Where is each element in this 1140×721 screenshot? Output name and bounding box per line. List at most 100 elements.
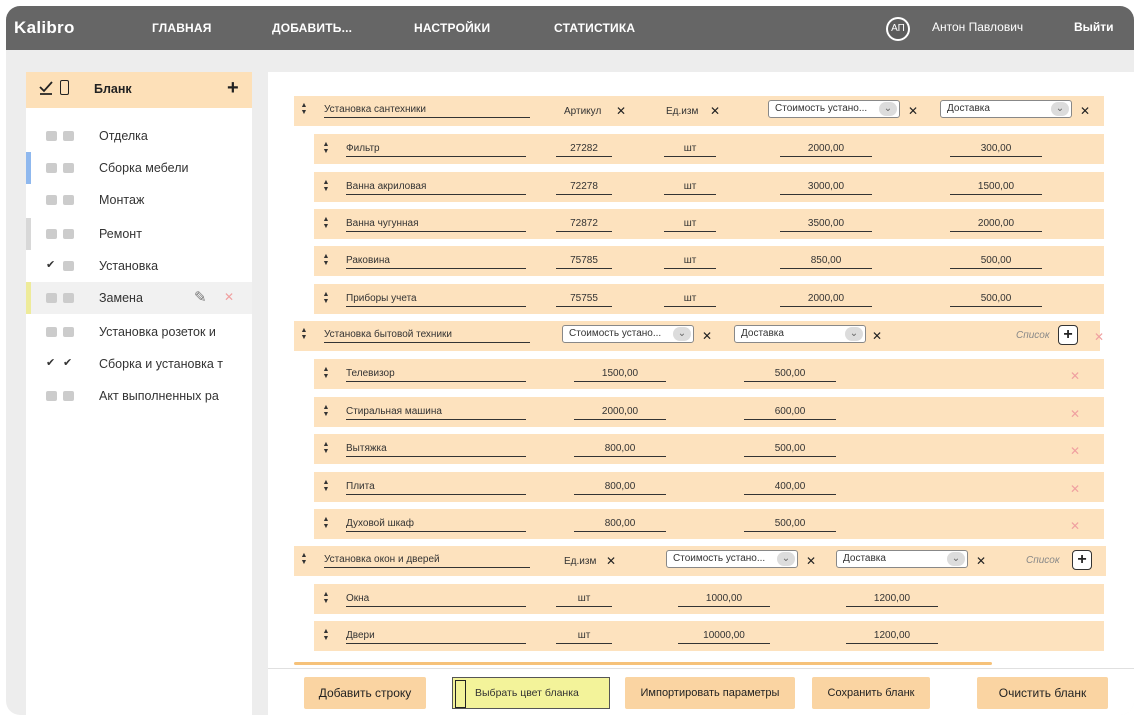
remove-column-icon[interactable]: ✕ — [702, 330, 712, 342]
drag-handle-icon[interactable]: ▲ ▼ — [322, 591, 330, 607]
item-name[interactable]: Ванна акриловая — [346, 181, 526, 195]
item-checkbox[interactable] — [63, 293, 74, 303]
item-cost[interactable]: 3000,00 — [780, 181, 872, 195]
drag-handle-icon[interactable]: ▲ ▼ — [322, 628, 330, 644]
item-cost[interactable]: 800,00 — [574, 518, 666, 532]
table-row[interactable]: ▲ ▼ Двери шт 10000,00 1200,00 — [314, 621, 1104, 651]
item-article[interactable]: 27282 — [556, 143, 612, 157]
item-name[interactable]: Вытяжка — [346, 443, 526, 457]
phone-icon[interactable] — [60, 80, 69, 95]
drag-handle-icon[interactable]: ▲ ▼ — [322, 253, 330, 269]
table-row[interactable]: ▲ ▼ Телевизор 1500,00 500,00 ✕ — [314, 359, 1104, 389]
item-checkbox[interactable] — [63, 356, 74, 369]
item-cost[interactable]: 2000,00 — [574, 406, 666, 420]
sidebar-item[interactable]: Монтаж — [26, 184, 252, 216]
sidebar-item[interactable]: Отделка — [26, 120, 252, 152]
item-checkbox[interactable] — [46, 327, 57, 337]
table-row[interactable]: ▲ ▼ Окна шт 1000,00 1200,00 — [314, 584, 1104, 614]
item-cost[interactable]: 3500,00 — [780, 218, 872, 232]
item-checkbox[interactable] — [46, 258, 57, 271]
add-blank-button[interactable]: + — [227, 77, 239, 100]
drag-handle-icon[interactable]: ▲ ▼ — [322, 291, 330, 307]
import-params-button[interactable]: Импортировать параметры — [625, 677, 795, 709]
item-unit[interactable]: шт — [664, 181, 716, 195]
item-name[interactable]: Стиральная машина — [346, 406, 526, 420]
item-delivery[interactable]: 2000,00 — [950, 218, 1042, 232]
delivery-select[interactable]: Доставка ⌄ — [836, 550, 968, 568]
sidebar-item[interactable]: Сборка и установка т — [26, 348, 252, 380]
item-unit[interactable]: шт — [664, 218, 716, 232]
item-checkbox[interactable] — [46, 293, 57, 303]
logout-button[interactable]: Выйти — [1074, 20, 1114, 34]
drag-handle-icon[interactable]: ▲ ▼ — [322, 141, 330, 157]
item-name[interactable]: Телевизор — [346, 368, 526, 382]
item-cost[interactable]: 1500,00 — [574, 368, 666, 382]
item-article[interactable]: 75785 — [556, 255, 612, 269]
remove-column-icon[interactable]: ✕ — [710, 105, 720, 117]
item-name[interactable]: Духовой шкаф — [346, 518, 526, 532]
remove-column-icon[interactable]: ✕ — [616, 105, 626, 117]
item-cost[interactable]: 2000,00 — [780, 143, 872, 157]
drag-handle-icon[interactable]: ▲ ▼ — [322, 441, 330, 457]
item-unit[interactable]: шт — [556, 630, 612, 644]
table-row[interactable]: ▲ ▼ Приборы учета 75755 шт 2000,00 500,00 — [314, 284, 1104, 314]
remove-column-icon[interactable]: ✕ — [872, 330, 882, 342]
sidebar-item[interactable]: Установка розеток и — [26, 316, 252, 348]
item-checkbox[interactable] — [63, 261, 74, 271]
group-title[interactable]: Установка окон и дверей — [324, 554, 530, 568]
delete-row-icon[interactable]: ✕ — [1070, 408, 1080, 420]
item-checkbox[interactable] — [63, 163, 74, 173]
item-checkbox[interactable] — [46, 391, 57, 401]
sidebar-item[interactable]: Сборка мебели — [26, 152, 252, 184]
edit-icon[interactable]: ✎ — [194, 288, 207, 306]
avatar[interactable]: АП — [886, 17, 910, 41]
sidebar-item[interactable]: Акт выполненных ра — [26, 380, 252, 412]
group-title[interactable]: Установка бытовой техники — [324, 329, 530, 343]
item-name[interactable]: Плита — [346, 481, 526, 495]
item-name[interactable]: Приборы учета — [346, 293, 526, 307]
item-unit[interactable]: шт — [664, 255, 716, 269]
item-name[interactable]: Фильтр — [346, 143, 526, 157]
delete-row-icon[interactable]: ✕ — [1070, 483, 1080, 495]
horizontal-scrollbar[interactable] — [294, 662, 992, 665]
item-checkbox[interactable] — [63, 131, 74, 141]
remove-column-icon[interactable]: ✕ — [606, 555, 616, 567]
drag-handle-icon[interactable]: ▲ ▼ — [322, 366, 330, 382]
drag-handle-icon[interactable]: ▲ ▼ — [322, 479, 330, 495]
item-delivery[interactable]: 400,00 — [744, 481, 836, 495]
save-blank-button[interactable]: Сохранить бланк — [812, 677, 930, 709]
drag-handle-icon[interactable]: ▲ ▼ — [322, 216, 330, 232]
item-checkbox[interactable] — [46, 356, 57, 369]
item-name[interactable]: Ванна чугунная — [346, 218, 526, 232]
item-unit[interactable]: шт — [556, 593, 612, 607]
item-delivery[interactable]: 500,00 — [744, 518, 836, 532]
item-checkbox[interactable] — [46, 131, 57, 141]
delete-row-icon[interactable]: ✕ — [1070, 445, 1080, 457]
item-delivery[interactable]: 500,00 — [744, 368, 836, 382]
item-article[interactable]: 75755 — [556, 293, 612, 307]
item-article[interactable]: 72278 — [556, 181, 612, 195]
remove-column-icon[interactable]: ✕ — [908, 105, 918, 117]
delivery-select[interactable]: Доставка ⌄ — [734, 325, 866, 343]
group-title[interactable]: Установка сантехники — [324, 104, 530, 118]
table-row[interactable]: ▲ ▼ Стиральная машина 2000,00 600,00 ✕ — [314, 397, 1104, 427]
table-row[interactable]: ▲ ▼ Ванна чугунная 72872 шт 3500,00 2000,00 — [314, 209, 1104, 239]
item-delivery[interactable]: 500,00 — [950, 293, 1042, 307]
item-delivery[interactable]: 600,00 — [744, 406, 836, 420]
drag-handle-icon[interactable]: ▲ ▼ — [300, 102, 308, 118]
remove-column-icon[interactable]: ✕ — [1080, 105, 1090, 117]
item-unit[interactable]: шт — [664, 293, 716, 307]
user-name[interactable]: Антон Павлович — [932, 20, 1023, 34]
drag-handle-icon[interactable]: ▲ ▼ — [300, 552, 308, 568]
cost-select[interactable]: Стоимость устано... ⌄ — [666, 550, 798, 568]
item-delivery[interactable]: 500,00 — [950, 255, 1042, 269]
clear-blank-button[interactable]: Очистить бланк — [977, 677, 1108, 709]
item-unit[interactable]: шт — [664, 143, 716, 157]
item-checkbox[interactable] — [46, 195, 57, 205]
add-item-button[interactable]: + — [1058, 325, 1078, 345]
item-checkbox[interactable] — [46, 163, 57, 173]
sidebar-item[interactable]: Установка — [26, 250, 252, 282]
item-checkbox[interactable] — [46, 229, 57, 239]
item-name[interactable]: Окна — [346, 593, 526, 607]
item-checkbox[interactable] — [63, 229, 74, 239]
